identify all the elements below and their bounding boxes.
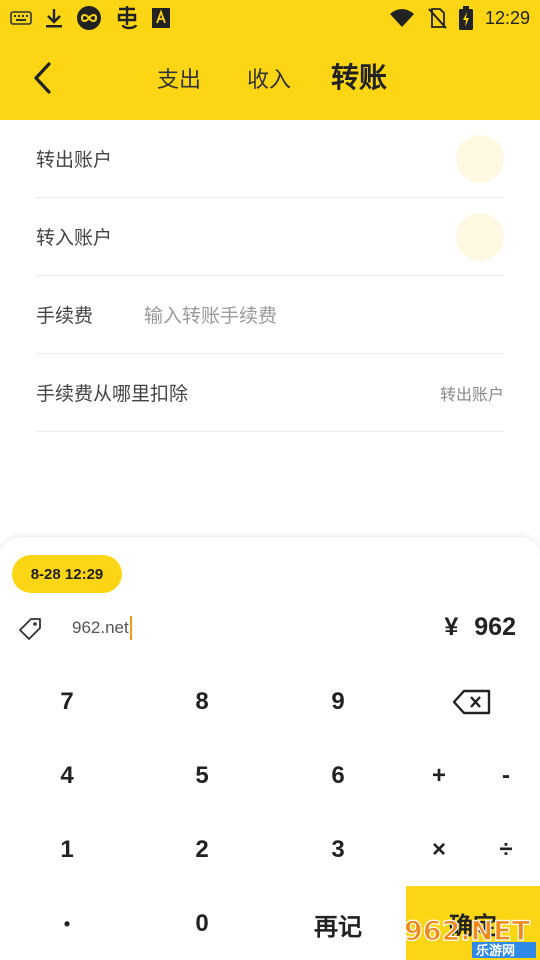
- amount-value: 962: [474, 613, 516, 641]
- key-2[interactable]: 2: [172, 825, 232, 875]
- font-a-icon: [152, 8, 170, 28]
- backspace-button[interactable]: [442, 677, 502, 727]
- key-3[interactable]: 3: [308, 825, 368, 875]
- key-decimal-point[interactable]: •: [37, 899, 97, 949]
- record-again-button[interactable]: 再记: [298, 899, 378, 949]
- out-account-label: 转出账户: [36, 149, 113, 171]
- key-1[interactable]: 1: [37, 825, 97, 875]
- currency-symbol: ¥: [444, 613, 459, 641]
- back-arrow-icon: [34, 62, 51, 94]
- in-account-selector[interactable]: [456, 213, 504, 261]
- tab-expense[interactable]: 支出: [157, 62, 201, 94]
- key-8[interactable]: 8: [172, 677, 232, 727]
- backspace-icon: [452, 689, 491, 715]
- in-account-label: 转入账户: [36, 227, 113, 249]
- no-sim-icon: [427, 7, 447, 29]
- key-7[interactable]: 7: [37, 677, 97, 727]
- keyboard-icon: [10, 11, 32, 25]
- tag-icon[interactable]: [18, 617, 42, 641]
- status-time: 12:29: [484, 7, 530, 28]
- confirm-button[interactable]: 确定: [406, 886, 540, 960]
- key-minus[interactable]: -: [476, 751, 536, 801]
- key-multiply[interactable]: ×: [409, 825, 469, 875]
- text-caret: [129, 616, 132, 640]
- amount-display: ¥962: [444, 613, 516, 642]
- fee-input[interactable]: 输入转账手续费: [144, 276, 277, 353]
- key-9[interactable]: 9: [308, 677, 368, 727]
- in-account-row[interactable]: 转入账户: [36, 198, 504, 276]
- tab-transfer[interactable]: 转账: [331, 56, 387, 96]
- note-input[interactable]: 962.net: [72, 615, 132, 641]
- fee-label: 手续费: [36, 305, 94, 327]
- key-plus[interactable]: +: [409, 751, 469, 801]
- download-icon: [44, 7, 64, 29]
- fee-deduct-value[interactable]: 转出账户: [440, 381, 504, 405]
- tab-income[interactable]: 收入: [247, 62, 291, 94]
- out-account-selector[interactable]: [456, 135, 504, 183]
- wifi-icon: [389, 8, 415, 28]
- transfer-form: 转出账户 转入账户 手续费 输入转账手续费 手续费从哪里扣除 转出账户: [36, 120, 504, 432]
- note-text: 962.net: [72, 618, 129, 637]
- bug-app-icon: [114, 5, 140, 31]
- key-6[interactable]: 6: [308, 751, 368, 801]
- status-bar: 12:29: [0, 0, 540, 36]
- top-navigation: 支出 收入 转账: [0, 36, 540, 120]
- header-bar: 12:29 支出 收入 转账: [0, 0, 540, 120]
- fee-deduct-row[interactable]: 手续费从哪里扣除 转出账户: [36, 354, 504, 432]
- battery-charging-icon: [458, 6, 473, 30]
- fee-deduct-label: 手续费从哪里扣除: [36, 383, 189, 405]
- out-account-row[interactable]: 转出账户: [36, 120, 504, 198]
- fee-row: 手续费 输入转账手续费: [36, 276, 504, 354]
- keypad-panel: 8-28 12:29 962.net ¥962 7 8 9 4 5 6 + - …: [0, 537, 540, 960]
- infinity-badge-icon: [76, 5, 102, 31]
- key-4[interactable]: 4: [37, 751, 97, 801]
- back-button[interactable]: [26, 60, 58, 96]
- date-chip[interactable]: 8-28 12:29: [12, 555, 122, 593]
- key-0[interactable]: 0: [172, 899, 232, 949]
- key-5[interactable]: 5: [172, 751, 232, 801]
- key-divide[interactable]: ÷: [476, 825, 536, 875]
